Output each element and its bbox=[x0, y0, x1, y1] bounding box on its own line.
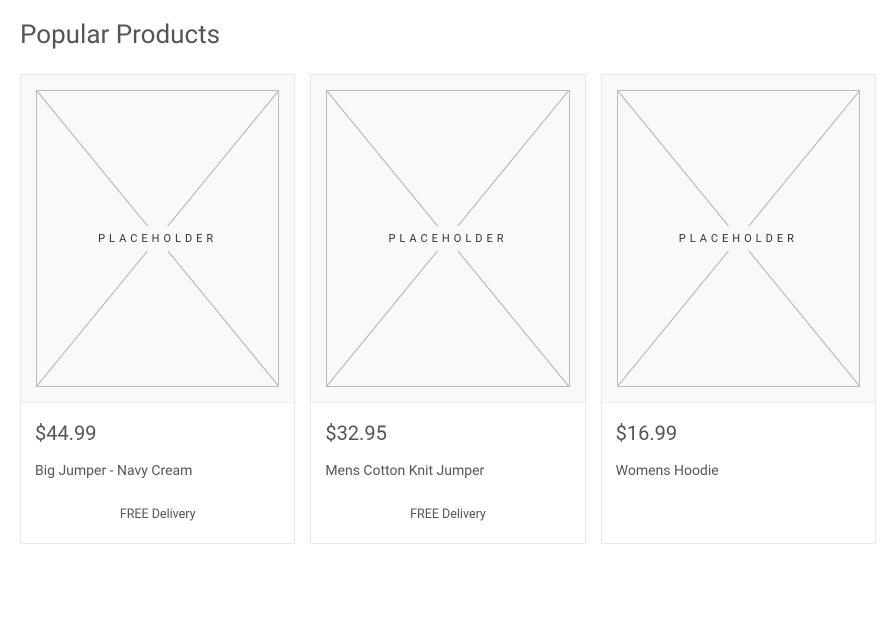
placeholder-image: PLACEHOLDER bbox=[326, 90, 569, 387]
placeholder-image: PLACEHOLDER bbox=[36, 90, 279, 387]
product-price: $44.99 bbox=[35, 421, 280, 445]
product-card[interactable]: PLACEHOLDER $44.99 Big Jumper - Navy Cre… bbox=[20, 74, 295, 544]
product-grid: PLACEHOLDER $44.99 Big Jumper - Navy Cre… bbox=[20, 74, 876, 544]
product-card-body: $44.99 Big Jumper - Navy Cream FREE Deli… bbox=[21, 403, 294, 543]
product-delivery bbox=[616, 507, 861, 523]
product-name: Mens Cotton Knit Jumper bbox=[325, 463, 570, 479]
product-price: $16.99 bbox=[616, 421, 861, 445]
product-name: Big Jumper - Navy Cream bbox=[35, 463, 280, 479]
product-price: $32.95 bbox=[325, 421, 570, 445]
product-card[interactable]: PLACEHOLDER $32.95 Mens Cotton Knit Jump… bbox=[310, 74, 585, 544]
placeholder-image: PLACEHOLDER bbox=[617, 90, 860, 387]
product-image-container: PLACEHOLDER bbox=[311, 75, 584, 403]
product-delivery: FREE Delivery bbox=[325, 507, 570, 523]
placeholder-label: PLACEHOLDER bbox=[671, 226, 806, 251]
product-delivery: FREE Delivery bbox=[35, 507, 280, 523]
product-image-container: PLACEHOLDER bbox=[602, 75, 875, 403]
product-card[interactable]: PLACEHOLDER $16.99 Womens Hoodie bbox=[601, 74, 876, 544]
product-image-container: PLACEHOLDER bbox=[21, 75, 294, 403]
placeholder-label: PLACEHOLDER bbox=[90, 226, 225, 251]
product-name: Womens Hoodie bbox=[616, 463, 861, 479]
product-card-body: $32.95 Mens Cotton Knit Jumper FREE Deli… bbox=[311, 403, 584, 543]
placeholder-label: PLACEHOLDER bbox=[380, 226, 515, 251]
section-title: Popular Products bbox=[20, 20, 876, 50]
product-card-body: $16.99 Womens Hoodie bbox=[602, 403, 875, 543]
